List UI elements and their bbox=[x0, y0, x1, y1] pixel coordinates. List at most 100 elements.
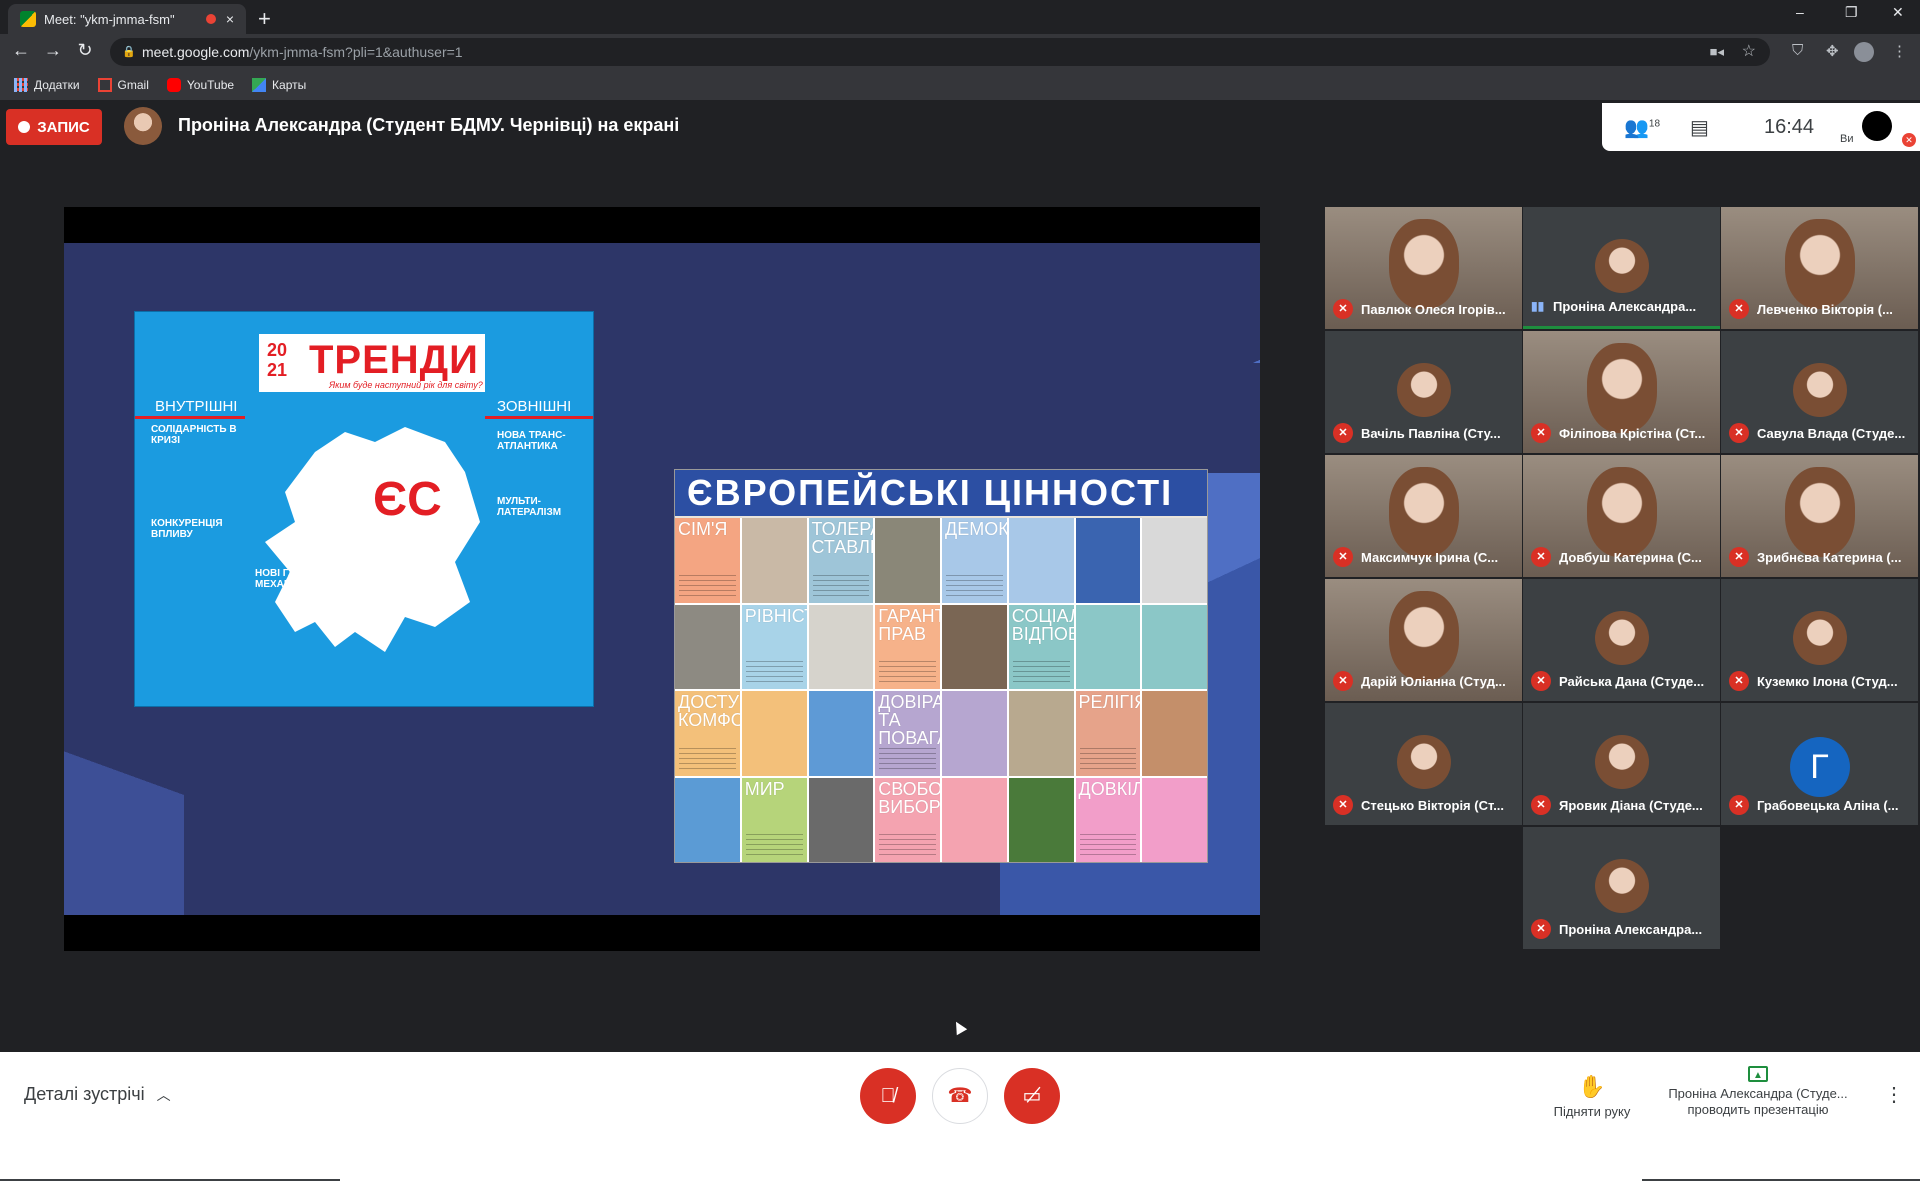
participant-video bbox=[1388, 591, 1459, 681]
value-cell bbox=[942, 777, 1007, 862]
bookmark-apps[interactable]: Додатки bbox=[14, 78, 80, 92]
european-values-image: ЄВРОПЕЙСЬКІ ЦІННОСТІ СІМ'Я ТОЛЕРАНТНЕ СТА… bbox=[674, 469, 1208, 863]
mic-muted-icon: ✕ bbox=[1333, 671, 1353, 691]
hand-icon: ✋ bbox=[1578, 1074, 1606, 1099]
value-cell-text-lines bbox=[879, 747, 936, 770]
profile-avatar[interactable] bbox=[1854, 42, 1874, 62]
mic-muted-icon: ✕ bbox=[1333, 795, 1353, 815]
participant-tile[interactable]: ✕ Проніна Александра... bbox=[1523, 827, 1720, 949]
address-bar[interactable]: 🔒 meet.google.com/ykm-jmma-fsm?pli=1&aut… bbox=[110, 38, 1770, 66]
value-cell-label: СОЦІАЛЬНА ВІДПОВІДАЛЬНІСТЬ bbox=[1011, 605, 1074, 644]
participant-video bbox=[1388, 467, 1459, 557]
value-cell bbox=[1008, 777, 1074, 862]
value-cell-label: ДОСТУПНИЙ КОМФОРТ bbox=[678, 692, 740, 730]
value-cell-label: СІМ'Я bbox=[678, 519, 728, 539]
forward-arrow-icon[interactable]: → bbox=[42, 40, 64, 61]
participant-tile[interactable]: ✕ Дарій Юліанна (Студ... bbox=[1325, 579, 1522, 701]
back-arrow-icon[interactable]: ← bbox=[10, 40, 32, 61]
participant-tile[interactable]: ✕ Зрибнєва Катерина (... bbox=[1721, 455, 1918, 577]
participant-name-row: ✕ Довбуш Катерина (С... bbox=[1531, 547, 1714, 567]
participant-video bbox=[1388, 219, 1459, 309]
slide-decoration bbox=[1024, 363, 1260, 473]
participant-tile[interactable]: ✕ Вачіль Павліна (Сту... bbox=[1325, 331, 1522, 453]
participant-tile[interactable]: ✕ Павлюк Олеся Ігорів... bbox=[1325, 207, 1522, 329]
participant-tile[interactable]: ✕ Куземко Ілона (Студ... bbox=[1721, 579, 1918, 701]
participant-tile[interactable]: ✕ Левченко Вікторія (... bbox=[1721, 207, 1918, 329]
participant-tile[interactable]: ✕ Савула Влада (Студе... bbox=[1721, 331, 1918, 453]
browser-tab[interactable]: Meet: "ykm-jmma-fsm" × bbox=[8, 4, 246, 34]
recording-badge[interactable]: ЗАПИС bbox=[6, 109, 102, 145]
minimize-button[interactable]: – bbox=[1796, 4, 1804, 20]
participant-name: Філіпова Крістіна (Ст... bbox=[1559, 425, 1706, 441]
participant-name: Вачіль Павліна (Сту... bbox=[1361, 425, 1501, 441]
trends-year: 20 21 bbox=[267, 340, 288, 380]
value-cell-text-lines bbox=[1079, 834, 1137, 856]
bookmark-star-icon[interactable]: ☆ bbox=[1742, 38, 1756, 66]
reload-icon[interactable]: ↻ bbox=[74, 40, 96, 61]
self-video-thumbnail[interactable] bbox=[1862, 111, 1892, 141]
participant-name: Максимчук Ірина (С... bbox=[1361, 549, 1499, 565]
participant-video bbox=[1586, 467, 1657, 557]
value-cell bbox=[808, 604, 874, 689]
meeting-details-button[interactable]: Деталі зустрічі ︿ bbox=[24, 1084, 171, 1105]
participant-avatar bbox=[1594, 611, 1649, 665]
participant-tile[interactable]: Г ✕ Грабовецька Аліна (... bbox=[1721, 703, 1918, 825]
mic-muted-icon: ✕ bbox=[1531, 795, 1551, 815]
participant-name: Зрибнєва Катерина (... bbox=[1757, 549, 1902, 565]
participant-name-row: ✕ Філіпова Крістіна (Ст... bbox=[1531, 423, 1714, 443]
presenting-status-button[interactable]: ▲ Проніна Александра (Студе... проводить… bbox=[1660, 1066, 1856, 1118]
mic-muted-icon: ✕ bbox=[1333, 423, 1353, 443]
participant-tile[interactable]: ✕ Філіпова Крістіна (Ст... bbox=[1523, 331, 1720, 453]
shield-extension-icon[interactable]: ⛉ bbox=[1792, 42, 1803, 59]
participant-avatar bbox=[1792, 611, 1847, 665]
maximize-button[interactable]: ❐ bbox=[1845, 4, 1858, 21]
camera-in-use-icon[interactable]: ■◂ bbox=[1710, 38, 1724, 66]
participant-name-row: ✕ Вачіль Павліна (Сту... bbox=[1333, 423, 1516, 443]
raise-hand-button[interactable]: ✋ Підняти руку bbox=[1548, 1074, 1636, 1119]
extensions-puzzle-icon[interactable]: ✥ bbox=[1826, 42, 1839, 60]
participant-tile[interactable]: ✕ Райська Дана (Студе... bbox=[1523, 579, 1720, 701]
bookmark-maps[interactable]: Карты bbox=[252, 78, 306, 92]
mic-muted-icon: ✕ bbox=[1729, 423, 1749, 443]
value-cell-text-lines bbox=[679, 747, 736, 770]
participant-tile[interactable]: ✕ Довбуш Катерина (С... bbox=[1523, 455, 1720, 577]
value-cell-label: СВОБОДА ВИБОРУ bbox=[878, 778, 940, 817]
value-cell bbox=[675, 777, 740, 862]
clock-time: 16:44 bbox=[1764, 116, 1815, 138]
value-cell-label: ТОЛЕРАНТНЕ СТАВЛЕННЯ bbox=[811, 519, 874, 557]
value-cell bbox=[875, 518, 940, 603]
participant-tile[interactable]: ✕ Стецько Вікторія (Ст... bbox=[1325, 703, 1522, 825]
mic-off-button[interactable]: 🎙̸ bbox=[860, 1068, 916, 1124]
browser-menu-icon[interactable]: ⋮ bbox=[1892, 42, 1907, 60]
bookmark-gmail[interactable]: Gmail bbox=[97, 78, 149, 92]
value-cell-text-lines bbox=[946, 574, 1003, 597]
value-cell-label: РІВНІСТЬ bbox=[744, 605, 807, 626]
participant-tile[interactable]: ✕ Максимчук Ірина (С... bbox=[1325, 455, 1522, 577]
mic-muted-icon: ✕ bbox=[1333, 547, 1353, 567]
more-options-icon[interactable]: ⋮ bbox=[1884, 1082, 1904, 1107]
value-cell bbox=[942, 604, 1007, 689]
bookmark-youtube[interactable]: YouTube bbox=[166, 78, 234, 92]
leave-call-button[interactable]: ☎ bbox=[932, 1068, 988, 1124]
meet-window: ЗАПИС Проніна Александра (Студент БДМУ. … bbox=[0, 101, 1920, 1181]
value-cell-label: ДОВІРА ТА ПОВАГА bbox=[878, 692, 940, 748]
participant-name: Стецько Вікторія (Ст... bbox=[1361, 797, 1505, 813]
value-cell: ДОВКІЛЛЯ bbox=[1075, 777, 1141, 862]
people-icon[interactable]: 👥18 bbox=[1624, 115, 1660, 140]
values-grid: СІМ'Я ТОЛЕРАНТНЕ СТАВЛЕННЯ ДЕМОКРАТІЯ РІВНІ… bbox=[675, 518, 1207, 862]
youtube-icon bbox=[166, 78, 181, 92]
tab-close-icon[interactable]: × bbox=[226, 11, 234, 27]
participant-tile[interactable]: ▮▮ Проніна Александра... bbox=[1523, 207, 1720, 329]
camera-off-button[interactable]: ▭̸ bbox=[1004, 1068, 1060, 1124]
participant-tile[interactable]: ✕ Яровик Діана (Студе... bbox=[1523, 703, 1720, 825]
value-cell: СОЦІАЛЬНА ВІДПОВІДАЛЬНІСТЬ bbox=[1008, 604, 1074, 689]
value-cell: РЕЛІГІЯ bbox=[1075, 691, 1141, 776]
chat-icon[interactable]: ▤ bbox=[1690, 115, 1709, 140]
speaking-indicator-icon: ▮▮ bbox=[1531, 299, 1545, 313]
new-tab-button[interactable]: + bbox=[258, 6, 271, 32]
european-values-title: ЄВРОПЕЙСЬКІ ЦІННОСТІ bbox=[675, 470, 1207, 516]
trend-item: МУЛЬТИ-ЛАТЕРАЛІЗМ bbox=[497, 496, 562, 518]
record-dot-icon bbox=[18, 121, 31, 133]
participant-name-row: ✕ Стецько Вікторія (Ст... bbox=[1333, 795, 1516, 815]
close-window-button[interactable]: ✕ bbox=[1892, 4, 1904, 21]
